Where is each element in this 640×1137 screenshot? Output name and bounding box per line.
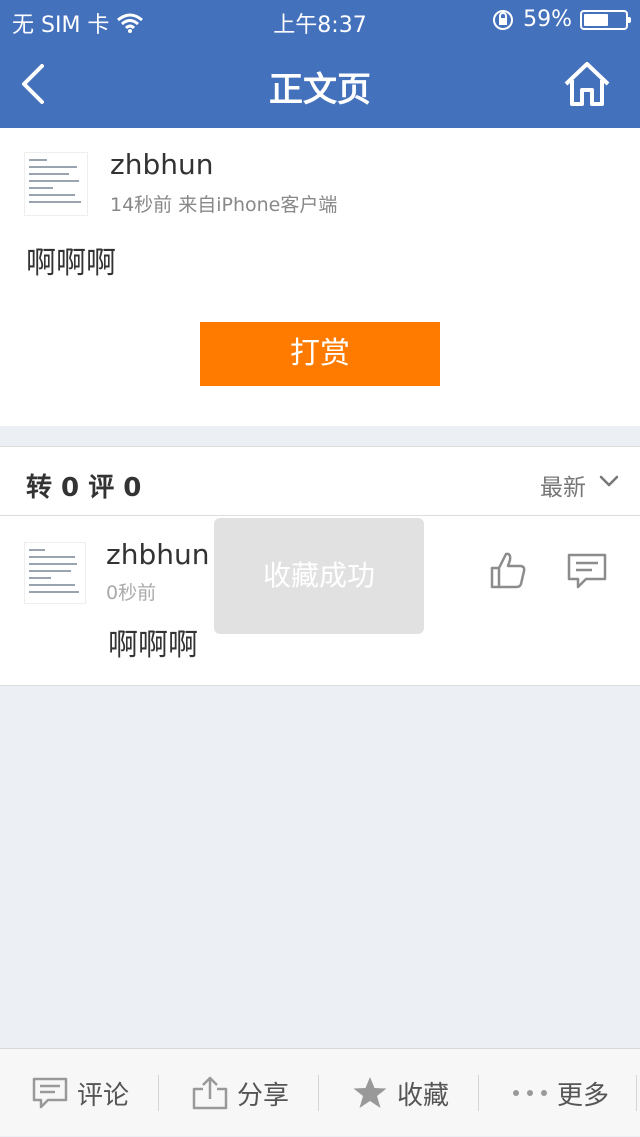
battery-percent: 59% <box>523 7 572 32</box>
comment-author-name[interactable]: zhbhun <box>106 538 209 571</box>
favorite-tab[interactable]: 收藏 <box>320 1049 480 1137</box>
avatar[interactable] <box>24 152 88 216</box>
comment-avatar[interactable] <box>24 542 86 604</box>
battery-icon <box>580 9 631 30</box>
tab-divider <box>478 1075 479 1111</box>
more-tab-label: 更多 <box>556 1080 609 1111</box>
status-bar: 无 SIM 卡 上午8:37 59% <box>0 0 640 40</box>
post-meta: 14秒前 来自iPhone客户端 <box>110 194 338 216</box>
toast-message: 收藏成功 <box>214 518 424 634</box>
tab-divider <box>636 1075 637 1111</box>
comment-tab-label: 评论 <box>76 1080 129 1111</box>
comment-content: 啊啊啊 <box>108 628 198 663</box>
comment-icon <box>32 1077 68 1109</box>
counts-bar: 转 0 评 0 最新 <box>0 446 640 516</box>
comment-reply-icon[interactable] <box>566 552 608 590</box>
share-tab-label: 分享 <box>236 1080 289 1111</box>
comment-time: 0秒前 <box>106 582 157 604</box>
comment-tab[interactable]: 评论 <box>0 1049 160 1137</box>
repost-comment-counts: 转 0 评 0 <box>26 473 142 503</box>
more-icon <box>512 1090 547 1096</box>
thumbs-up-icon[interactable] <box>488 550 528 590</box>
post-content: 啊啊啊 <box>26 246 116 281</box>
share-icon <box>192 1076 228 1110</box>
tab-divider <box>158 1075 159 1111</box>
bottom-toolbar: 评论 分享 收藏 更多 <box>0 1048 640 1136</box>
more-tab[interactable]: 更多 <box>480 1049 640 1137</box>
post-author-name[interactable]: zhbhun <box>110 148 213 181</box>
nav-bar: 正文页 <box>0 40 640 128</box>
sort-dropdown-label[interactable]: 最新 <box>540 468 586 502</box>
battery-fill <box>584 13 608 26</box>
share-tab[interactable]: 分享 <box>160 1049 320 1137</box>
tip-button[interactable]: 打赏 <box>200 322 440 386</box>
tab-divider <box>318 1075 319 1111</box>
star-icon <box>353 1077 387 1108</box>
chevron-down-icon[interactable] <box>598 474 620 488</box>
status-right: 59% <box>491 7 631 32</box>
home-icon[interactable] <box>562 60 612 108</box>
page-title: 正文页 <box>269 70 371 110</box>
favorite-tab-label: 收藏 <box>396 1080 449 1111</box>
orientation-lock-icon <box>493 9 514 30</box>
post-card: zhbhun 14秒前 来自iPhone客户端 啊啊啊 打赏 <box>0 128 640 426</box>
